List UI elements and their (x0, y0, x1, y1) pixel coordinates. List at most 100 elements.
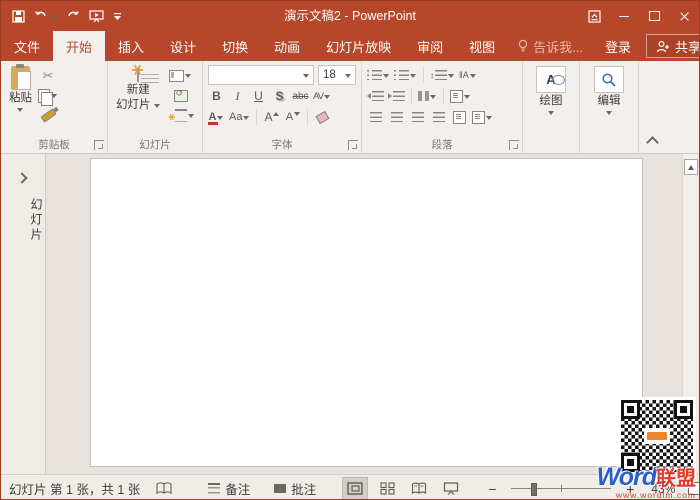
copy-button[interactable] (38, 87, 58, 104)
zoom-out-button[interactable]: − (486, 481, 498, 497)
character-spacing-button[interactable]: AV (313, 88, 331, 105)
normal-view-button[interactable] (342, 477, 368, 500)
tab-home[interactable]: 开始 (53, 31, 105, 61)
line-spacing-dropdown-icon[interactable] (448, 73, 455, 78)
align-text-button[interactable] (450, 88, 471, 105)
drawing-dropdown-icon[interactable] (548, 110, 555, 115)
text-direction-dropdown-icon[interactable] (470, 73, 477, 78)
bullets-dropdown-icon[interactable] (383, 73, 390, 78)
customize-qat-button[interactable] (113, 12, 122, 21)
underline-button[interactable]: U (250, 88, 267, 105)
tab-insert[interactable]: 插入 (105, 31, 157, 61)
change-case-dropdown-icon[interactable] (243, 115, 250, 120)
sign-in-button[interactable]: 登录 (593, 31, 643, 61)
minimize-button[interactable] (609, 1, 639, 31)
maximize-button[interactable] (639, 1, 669, 31)
collapse-ribbon-button[interactable] (646, 136, 659, 149)
zoom-slider-thumb[interactable] (531, 483, 537, 496)
clear-formatting-button[interactable] (314, 109, 331, 126)
new-slide-button[interactable]: 新建 幻灯片 (113, 65, 164, 113)
font-color-button[interactable]: A (208, 109, 225, 126)
cut-button[interactable]: ✂ (38, 67, 58, 84)
font-name-combobox[interactable] (208, 65, 314, 85)
spell-check-button[interactable] (156, 482, 172, 495)
window-controls (579, 1, 699, 31)
redo-button[interactable] (66, 10, 80, 22)
scroll-up-button[interactable] (684, 159, 698, 175)
smartart-button[interactable] (472, 109, 493, 126)
bold-button[interactable]: B (208, 88, 225, 105)
format-painter-button[interactable] (38, 107, 58, 124)
paste-dropdown-icon[interactable] (17, 107, 24, 112)
font-color-dropdown-icon[interactable] (217, 115, 224, 120)
slideshow-view-button[interactable] (438, 477, 464, 500)
tab-file[interactable]: 文件 (1, 31, 53, 61)
text-shadow-button[interactable]: S (271, 88, 288, 105)
text-direction-button[interactable]: ‖A (459, 67, 477, 84)
paste-button[interactable]: 粘贴 (6, 65, 35, 113)
grow-font-button[interactable]: A (263, 109, 280, 126)
font-size-dropdown-icon[interactable] (345, 73, 352, 78)
editing-button[interactable]: 编辑 (591, 65, 627, 116)
shrink-font-button[interactable]: A (284, 109, 301, 126)
slide-sorter-view-button[interactable] (374, 477, 400, 500)
align-right-button[interactable] (409, 109, 426, 126)
character-spacing-dropdown-icon[interactable] (324, 94, 331, 99)
undo-button[interactable] (34, 10, 57, 22)
tab-design[interactable]: 设计 (157, 31, 209, 61)
clipboard-group: 粘贴 ✂ 剪贴板 (1, 61, 108, 153)
slide-thumbnails-pane[interactable]: 幻灯片 (1, 154, 46, 474)
columns-dropdown-icon[interactable] (430, 94, 437, 99)
share-button[interactable]: 共享 (646, 34, 700, 58)
smartart-dropdown-icon[interactable] (486, 115, 493, 120)
tab-transitions[interactable]: 切换 (209, 31, 261, 61)
save-icon[interactable] (12, 10, 25, 23)
columns-button[interactable] (418, 88, 437, 105)
reset-slide-button[interactable] (167, 87, 195, 104)
drawing-button[interactable]: A 绘图 (533, 65, 569, 116)
section-dropdown-icon[interactable] (188, 113, 195, 118)
tab-view[interactable]: 视图 (456, 31, 508, 61)
bullets-button[interactable] (367, 67, 390, 84)
expand-pane-icon[interactable] (16, 172, 27, 183)
align-text-dropdown-icon[interactable] (464, 94, 471, 99)
section-button[interactable] (167, 107, 195, 124)
paragraph-dialog-launcher[interactable] (509, 140, 519, 150)
distribute-button[interactable] (451, 109, 468, 126)
copy-dropdown-icon[interactable] (51, 93, 58, 98)
close-icon (679, 11, 690, 22)
align-left-button[interactable] (367, 109, 384, 126)
font-name-dropdown-icon[interactable] (303, 73, 310, 78)
font-size-combobox[interactable]: 18 (318, 65, 356, 85)
slide-layout-button[interactable] (167, 67, 195, 84)
editing-dropdown-icon[interactable] (606, 110, 613, 115)
italic-button[interactable]: I (229, 88, 246, 105)
start-slideshow-button[interactable] (89, 10, 104, 23)
tell-me-box[interactable]: 告诉我... (508, 31, 593, 61)
notes-button[interactable]: 备注 (208, 479, 250, 498)
line-spacing-button[interactable]: ↕ (430, 67, 455, 84)
comments-button[interactable]: 批注 (274, 479, 316, 498)
decrease-indent-button[interactable] (367, 88, 384, 105)
close-button[interactable] (669, 1, 699, 31)
layout-dropdown-icon[interactable] (185, 73, 192, 78)
tab-review[interactable]: 审阅 (404, 31, 456, 61)
maximize-icon (649, 11, 660, 21)
slide-canvas[interactable] (90, 158, 643, 467)
change-case-button[interactable]: Aa (229, 109, 250, 126)
justify-button[interactable] (430, 109, 447, 126)
align-center-button[interactable] (388, 109, 405, 126)
new-slide-dropdown-icon[interactable] (154, 103, 161, 108)
increase-indent-button[interactable] (388, 88, 405, 105)
clipboard-dialog-launcher[interactable] (94, 140, 104, 150)
font-dialog-launcher[interactable] (348, 140, 358, 150)
tab-slideshow[interactable]: 幻灯片放映 (313, 31, 404, 61)
numbering-button[interactable] (394, 67, 417, 84)
reading-view-button[interactable] (406, 477, 432, 500)
ribbon-display-options-button[interactable] (579, 1, 609, 31)
tab-animations[interactable]: 动画 (261, 31, 313, 61)
numbering-dropdown-icon[interactable] (410, 73, 417, 78)
divider (256, 109, 257, 125)
undo-dropdown-icon[interactable] (50, 14, 57, 19)
strikethrough-button[interactable]: abc (292, 88, 309, 105)
